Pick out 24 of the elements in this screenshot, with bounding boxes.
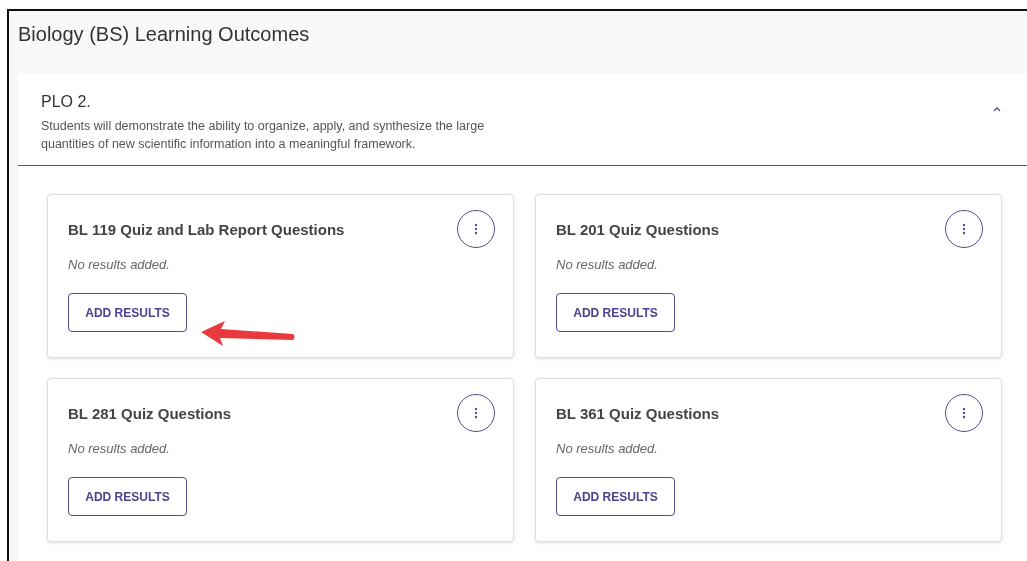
more-menu-button[interactable]: [457, 394, 495, 432]
card-title: BL 361 Quiz Questions: [556, 405, 720, 422]
more-icon: [962, 407, 966, 419]
collapse-icon[interactable]: [991, 105, 1003, 113]
page-title: Biology (BS) Learning Outcomes: [17, 22, 311, 47]
status-text: No results added.: [68, 441, 171, 456]
add-results-button[interactable]: ADD RESULTS: [68, 293, 187, 332]
more-menu-button[interactable]: [457, 210, 495, 248]
outcome-label: PLO 2.: [41, 93, 92, 111]
more-icon: [474, 223, 478, 235]
status-text: No results added.: [556, 257, 659, 272]
status-text: No results added.: [556, 441, 659, 456]
more-icon: [474, 407, 478, 419]
add-results-button[interactable]: ADD RESULTS: [68, 477, 187, 516]
more-menu-button[interactable]: [945, 394, 983, 432]
status-text: No results added.: [68, 257, 171, 272]
add-results-button[interactable]: ADD RESULTS: [556, 293, 675, 332]
card-title: BL 201 Quiz Questions: [556, 221, 720, 238]
outcome-description: Students will demonstrate the ability to organize, apply, and synthesize the large quantities of new scientific information into a meaningful framework.: [41, 118, 486, 153]
more-icon: [962, 223, 966, 235]
more-menu-button[interactable]: [945, 210, 983, 248]
card-title: BL 281 Quiz Questions: [68, 405, 232, 422]
add-results-button[interactable]: ADD RESULTS: [556, 477, 675, 516]
card-title: BL 119 Quiz and Lab Report Questions: [68, 221, 345, 238]
